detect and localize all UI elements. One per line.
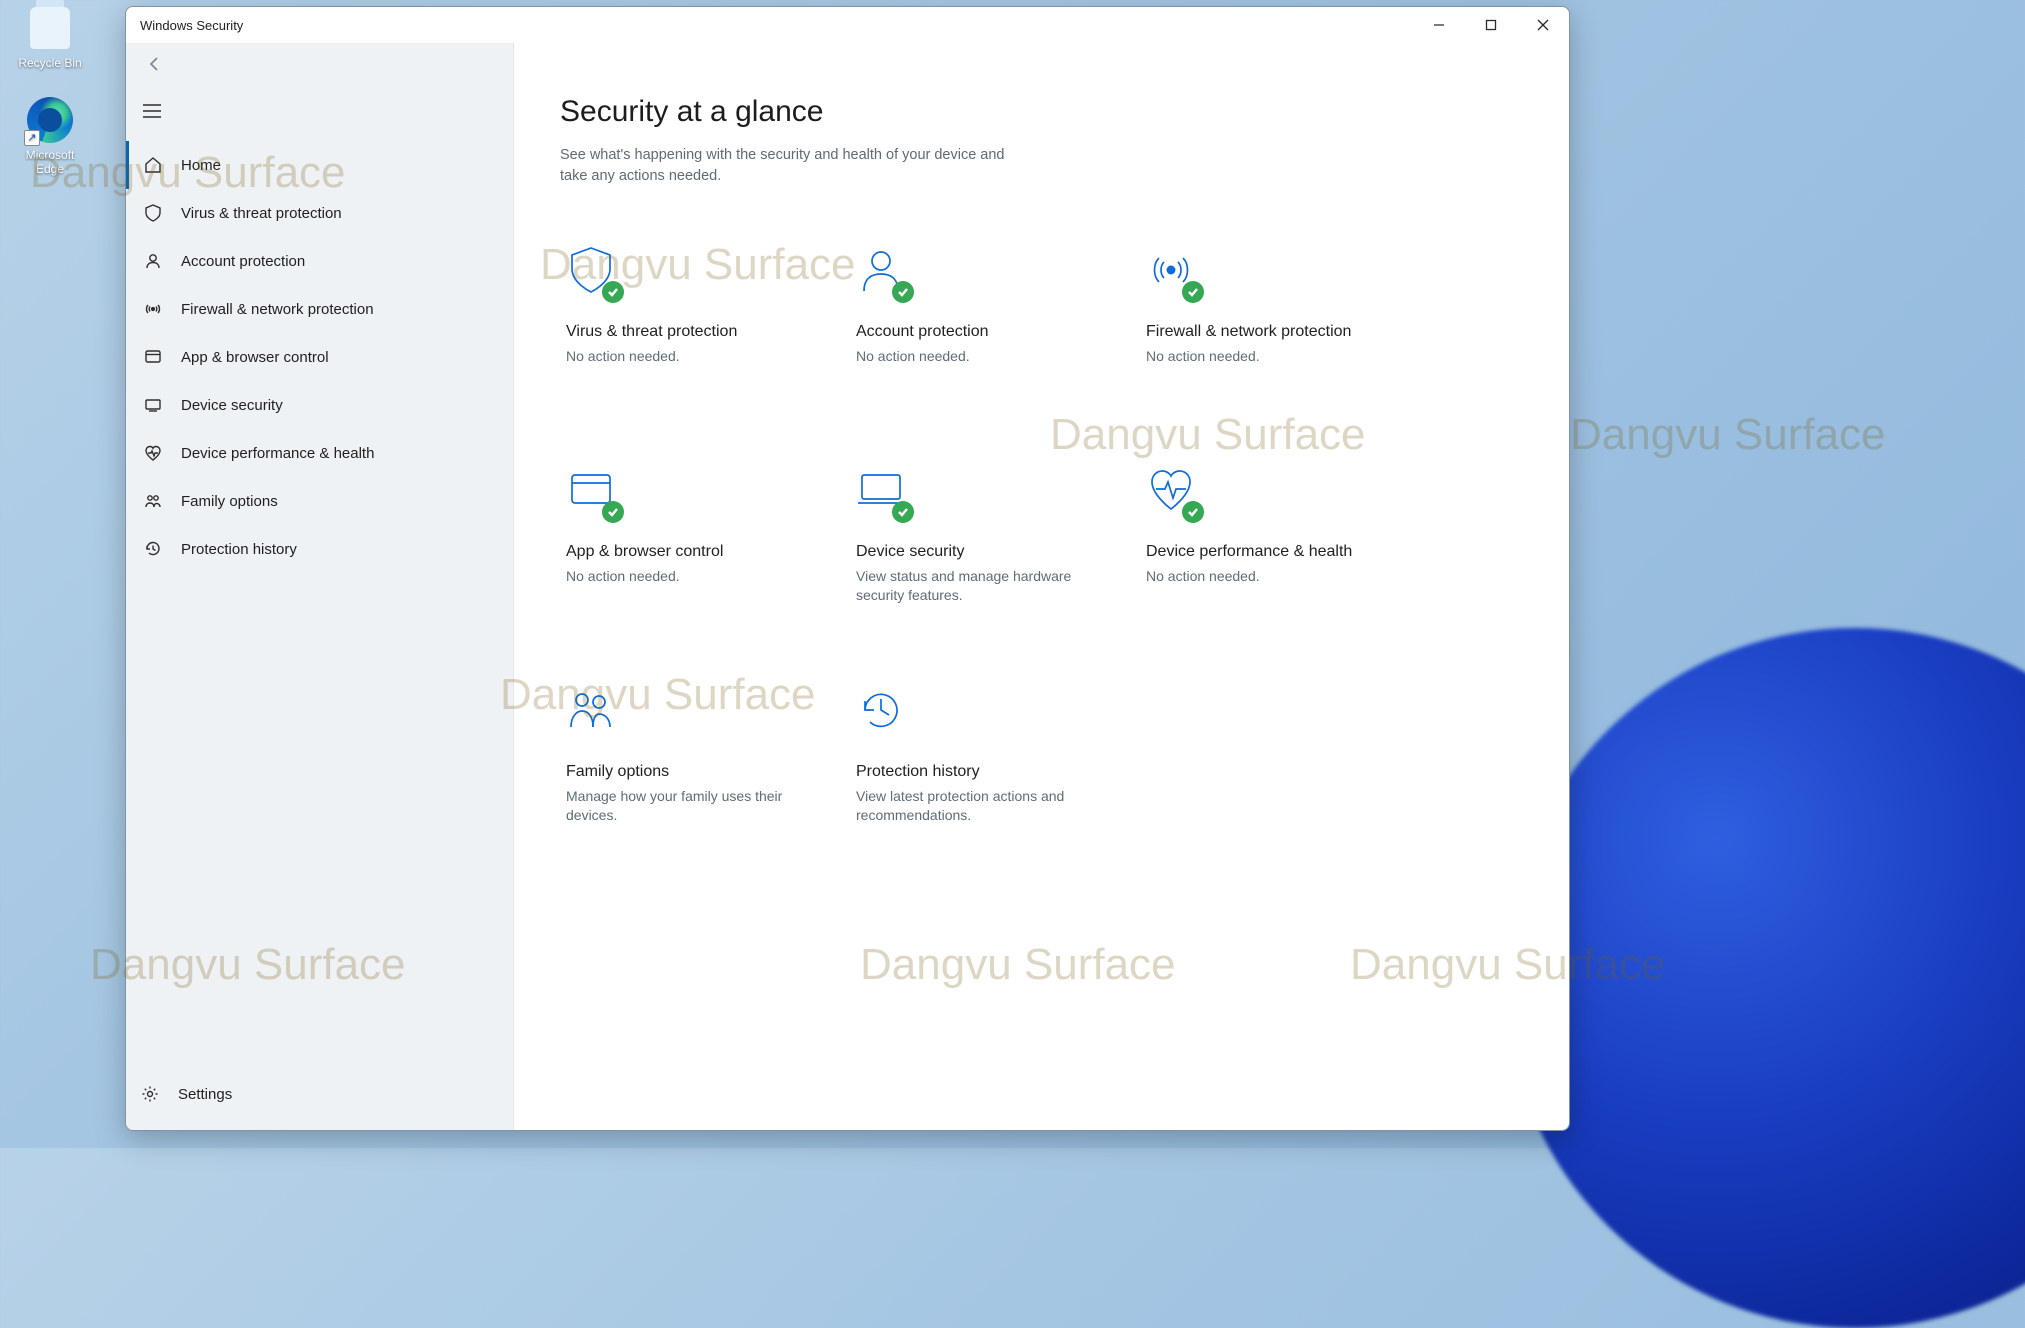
tile-firewall-network-protection[interactable]: Firewall & network protection No action … [1140,239,1420,419]
tile-subtitle: No action needed. [856,347,1086,367]
status-ok-icon [602,501,624,523]
home-icon [143,155,163,175]
sidebar-item-label: Device security [181,397,283,414]
heart-icon [1146,465,1202,521]
device-security-icon [143,395,163,415]
window-title: Windows Security [126,18,243,33]
page-title: Security at a glance [560,95,1529,129]
history-icon [143,539,163,559]
heart-icon [143,443,163,463]
tile-title: App & browser control [566,541,830,563]
sidebar-item-home[interactable]: Home [126,141,513,189]
sidebar-item-label: Account protection [181,253,305,270]
tile-title: Virus & threat protection [566,321,830,343]
sidebar-item-label: Firewall & network protection [181,301,374,318]
tile-device-security[interactable]: Device security View status and manage h… [850,459,1130,639]
edge-desktop-icon[interactable]: ↗ Microsoft Edge [10,96,90,176]
tile-title: Device security [856,541,1120,563]
tile-title: Account protection [856,321,1120,343]
gear-icon [140,1084,160,1104]
tile-title: Firewall & network protection [1146,321,1410,343]
account-icon [143,251,163,271]
shield-icon [566,245,622,301]
app-browser-icon [566,465,622,521]
content-area: Security at a glance See what's happenin… [514,43,1569,1130]
tile-subtitle: No action needed. [566,567,796,587]
tile-subtitle: No action needed. [1146,567,1376,587]
sidebar-item-label: Device performance & health [181,445,374,462]
recycle-bin-label: Recycle Bin [10,56,90,70]
sidebar: Home Virus & threat protection Account p… [126,43,514,1130]
tile-subtitle: No action needed. [566,347,796,367]
sidebar-item-app[interactable]: App & browser control [126,333,513,381]
page-subtitle: See what's happening with the security a… [560,145,1020,187]
sidebar-item-device-security[interactable]: Device security [126,381,513,429]
shield-icon [143,203,163,223]
tile-protection-history[interactable]: Protection history View latest protectio… [850,679,1130,859]
sidebar-item-label: Home [181,157,221,174]
tile-subtitle: No action needed. [1146,347,1376,367]
sidebar-item-label: App & browser control [181,349,329,366]
nav-list: Home Virus & threat protection Account p… [126,141,513,573]
tile-title: Family options [566,761,830,783]
family-icon [566,685,622,741]
family-icon [143,491,163,511]
recycle-bin-desktop-icon[interactable]: Recycle Bin [10,4,90,70]
device-security-icon [856,465,912,521]
recycle-bin-icon [30,7,70,49]
app-browser-icon [143,347,163,367]
titlebar[interactable]: Windows Security [126,7,1569,43]
tile-title: Protection history [856,761,1120,783]
watermark: Dangvu Surface [1570,410,1886,460]
wallpaper-bloom [1505,628,2025,1328]
hamburger-button[interactable] [132,91,172,131]
sidebar-item-family[interactable]: Family options [126,477,513,525]
status-ok-icon [892,501,914,523]
tile-account-protection[interactable]: Account protection No action needed. [850,239,1130,419]
maximize-button[interactable] [1465,7,1517,43]
status-ok-icon [1182,281,1204,303]
sidebar-item-label: Family options [181,493,278,510]
sidebar-item-history[interactable]: Protection history [126,525,513,573]
sidebar-item-label: Settings [178,1086,232,1103]
status-ok-icon [892,281,914,303]
tile-app-browser-control[interactable]: App & browser control No action needed. [560,459,840,639]
tile-title: Device performance & health [1146,541,1410,563]
windows-security-window: Windows Security [125,6,1570,1131]
status-ok-icon [602,281,624,303]
back-button[interactable] [140,49,170,79]
tile-subtitle: View status and manage hardware security… [856,567,1086,606]
tile-grid: Virus & threat protection No action need… [560,239,1529,859]
tile-family-options[interactable]: Family options Manage how your family us… [560,679,840,859]
close-button[interactable] [1517,7,1569,43]
history-icon [856,685,912,741]
edge-label: Microsoft Edge [10,148,90,176]
firewall-icon [1146,245,1202,301]
sidebar-item-firewall[interactable]: Firewall & network protection [126,285,513,333]
firewall-icon [143,299,163,319]
tile-subtitle: Manage how your family uses their device… [566,787,796,826]
tile-device-performance-health[interactable]: Device performance & health No action ne… [1140,459,1420,639]
sidebar-item-settings[interactable]: Settings [126,1070,513,1118]
sidebar-item-virus[interactable]: Virus & threat protection [126,189,513,237]
tile-virus-threat-protection[interactable]: Virus & threat protection No action need… [560,239,840,419]
sidebar-item-performance[interactable]: Device performance & health [126,429,513,477]
sidebar-item-label: Protection history [181,541,297,558]
status-ok-icon [1182,501,1204,523]
account-icon [856,245,912,301]
shortcut-arrow-icon: ↗ [24,130,40,146]
minimize-button[interactable] [1413,7,1465,43]
tile-subtitle: View latest protection actions and recom… [856,787,1086,826]
sidebar-item-label: Virus & threat protection [181,205,342,222]
sidebar-item-account[interactable]: Account protection [126,237,513,285]
